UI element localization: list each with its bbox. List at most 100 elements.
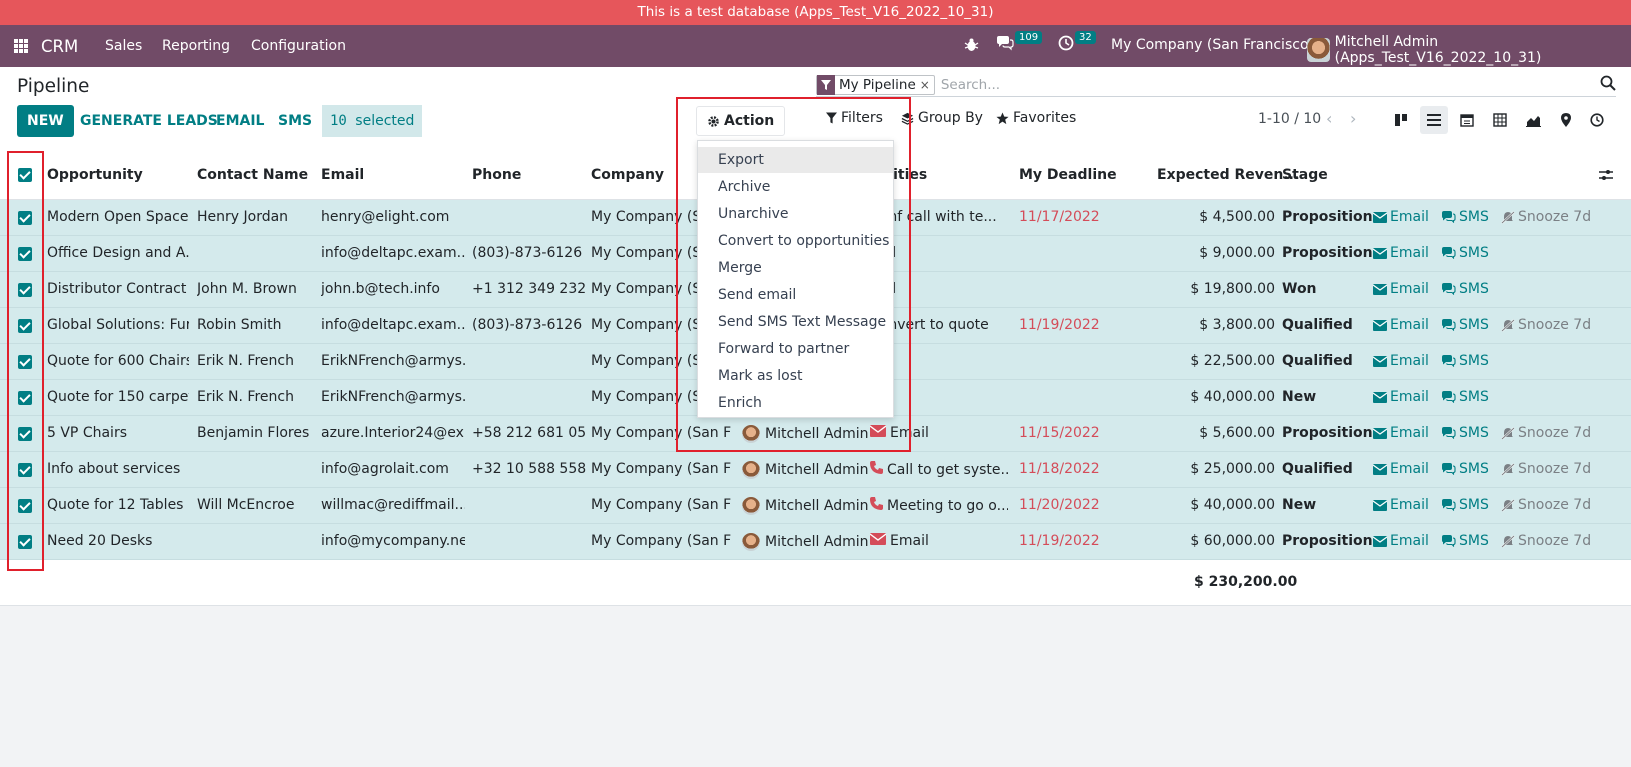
- user-menu[interactable]: Mitchell Admin (Apps_Test_V16_2022_10_31…: [1307, 34, 1631, 66]
- calendar-view-icon[interactable]: [1453, 106, 1481, 134]
- row-sms-button[interactable]: SMS: [1441, 245, 1489, 261]
- row-checkbox[interactable]: [18, 247, 32, 261]
- sms-button[interactable]: SMS: [278, 105, 312, 137]
- menu-sales[interactable]: Sales: [105, 38, 142, 54]
- pager-previous-icon[interactable]: ‹: [1326, 109, 1332, 128]
- row-sms-button[interactable]: SMS: [1441, 497, 1489, 513]
- row-checkbox[interactable]: [18, 535, 32, 549]
- row-checkbox[interactable]: [18, 391, 32, 405]
- action-button[interactable]: Action: [696, 106, 786, 136]
- table-row[interactable]: Need 20 Desks info@mycompany.net My Compan…: [0, 524, 1631, 560]
- cell-opportunity: Modern Open Space: [47, 209, 189, 225]
- activities-button[interactable]: 32: [1058, 30, 1096, 51]
- row-snooze-button[interactable]: Snooze 7d: [1501, 533, 1591, 549]
- cell-next-activity[interactable]: Meeting to go o...: [870, 497, 1008, 514]
- row-sms-button[interactable]: SMS: [1441, 461, 1489, 477]
- activity-view-icon[interactable]: [1583, 106, 1611, 134]
- action-menu-item-send-email[interactable]: Send email: [698, 282, 893, 308]
- column-email[interactable]: Email: [321, 167, 364, 183]
- row-snooze-button[interactable]: Snooze 7d: [1501, 317, 1591, 333]
- row-sms-button[interactable]: SMS: [1441, 281, 1489, 297]
- cell-deadline: 11/15/2022: [1019, 425, 1100, 441]
- list-view-icon[interactable]: [1420, 106, 1448, 134]
- action-menu-item-archive[interactable]: Archive: [698, 174, 893, 200]
- generate-leads-button[interactable]: GENERATE LEADS: [80, 105, 218, 137]
- row-email-button[interactable]: Email: [1373, 461, 1429, 477]
- row-email-button[interactable]: Email: [1373, 425, 1429, 441]
- facet-remove-icon[interactable]: ×: [920, 78, 934, 92]
- row-checkbox[interactable]: [18, 427, 32, 441]
- filters-button[interactable]: Filters: [826, 110, 883, 126]
- column-stage[interactable]: Stage: [1282, 167, 1328, 183]
- column-contact-name[interactable]: Contact Name: [197, 167, 308, 183]
- action-menu-item-forward-to-partner[interactable]: Forward to partner: [698, 336, 893, 362]
- row-email-button[interactable]: Email: [1373, 281, 1429, 297]
- row-sms-button[interactable]: SMS: [1441, 389, 1489, 405]
- pager-next-icon[interactable]: ›: [1350, 109, 1356, 128]
- kanban-view-icon[interactable]: [1387, 106, 1415, 134]
- action-menu-item-convert-to-opportunities[interactable]: Convert to opportunities: [698, 228, 893, 254]
- row-sms-button[interactable]: SMS: [1441, 353, 1489, 369]
- row-checkbox[interactable]: [18, 319, 32, 333]
- cell-next-activity[interactable]: Email: [870, 533, 1008, 549]
- row-sms-button[interactable]: SMS: [1441, 425, 1489, 441]
- search-input[interactable]: [940, 76, 1581, 93]
- email-button[interactable]: EMAIL: [216, 105, 264, 137]
- column-company[interactable]: Company: [591, 167, 664, 183]
- cell-next-activity[interactable]: Call to get syste...: [870, 461, 1008, 478]
- menu-reporting[interactable]: Reporting: [162, 38, 230, 54]
- row-sms-button[interactable]: SMS: [1441, 209, 1489, 225]
- row-sms-button[interactable]: SMS: [1441, 533, 1489, 549]
- row-email-button[interactable]: Email: [1373, 317, 1429, 333]
- messages-button[interactable]: 109: [996, 30, 1043, 51]
- action-menu-item-send-sms-text-message[interactable]: Send SMS Text Message: [698, 309, 893, 335]
- row-checkbox[interactable]: [18, 283, 32, 297]
- debug-bug-icon[interactable]: [964, 37, 979, 53]
- row-snooze-button[interactable]: Snooze 7d: [1501, 209, 1591, 225]
- action-menu-item-mark-as-lost[interactable]: Mark as lost: [698, 363, 893, 389]
- optional-columns-toggle-icon[interactable]: [1599, 168, 1613, 186]
- selection-count-badge[interactable]: 10 selected: [322, 105, 423, 137]
- row-email-button[interactable]: Email: [1373, 389, 1429, 405]
- row-checkbox[interactable]: [18, 463, 32, 477]
- row-checkbox[interactable]: [18, 211, 32, 225]
- new-button[interactable]: NEW: [17, 105, 74, 137]
- column-my-deadline[interactable]: My Deadline: [1019, 167, 1117, 183]
- cell-stage: Proposition: [1282, 209, 1373, 225]
- apps-grid-icon[interactable]: [14, 39, 28, 53]
- row-snooze-button[interactable]: Snooze 7d: [1501, 461, 1591, 477]
- row-checkbox[interactable]: [18, 499, 32, 513]
- graph-view-icon[interactable]: [1519, 106, 1547, 134]
- row-checkbox[interactable]: [18, 355, 32, 369]
- pivot-view-icon[interactable]: [1486, 106, 1514, 134]
- row-email-button[interactable]: Email: [1373, 245, 1429, 261]
- favorites-button[interactable]: Favorites: [996, 110, 1076, 126]
- app-name[interactable]: CRM: [41, 37, 78, 56]
- column-expected-revenue[interactable]: Expected Reven...: [1157, 167, 1299, 183]
- menu-configuration[interactable]: Configuration: [251, 38, 346, 54]
- row-email-button[interactable]: Email: [1373, 209, 1429, 225]
- map-view-icon[interactable]: [1552, 106, 1580, 134]
- action-menu-item-export[interactable]: Export: [698, 147, 893, 173]
- action-menu-item-enrich[interactable]: Enrich: [698, 390, 893, 416]
- row-sms-button[interactable]: SMS: [1441, 317, 1489, 333]
- row-snooze-button[interactable]: Snooze 7d: [1501, 497, 1591, 513]
- search-icon[interactable]: [1600, 75, 1616, 91]
- table-row[interactable]: 5 VP Chairs Benjamin Flores azure.Interior…: [0, 416, 1631, 452]
- select-all-checkbox[interactable]: [18, 168, 32, 182]
- action-menu-item-merge[interactable]: Merge: [698, 255, 893, 281]
- row-email-button[interactable]: Email: [1373, 533, 1429, 549]
- row-email-button[interactable]: Email: [1373, 497, 1429, 513]
- cell-next-activity[interactable]: Email: [870, 425, 1008, 441]
- table-row[interactable]: Info about services info@agrolait.com +32 …: [0, 452, 1631, 488]
- row-snooze-button[interactable]: Snooze 7d: [1501, 425, 1591, 441]
- table-row[interactable]: Quote for 12 Tables Will McEncroe willmac@…: [0, 488, 1631, 524]
- pager-value[interactable]: 1-10 / 10: [1258, 111, 1321, 127]
- action-menu-item-unarchive[interactable]: Unarchive: [698, 201, 893, 227]
- row-email-button[interactable]: Email: [1373, 353, 1429, 369]
- filter-funnel-icon: [826, 112, 837, 124]
- group-by-button[interactable]: Group By: [901, 110, 983, 126]
- column-opportunity[interactable]: Opportunity: [47, 167, 143, 183]
- column-phone[interactable]: Phone: [472, 167, 521, 183]
- company-switcher[interactable]: My Company (San Francisco): [1111, 37, 1314, 53]
